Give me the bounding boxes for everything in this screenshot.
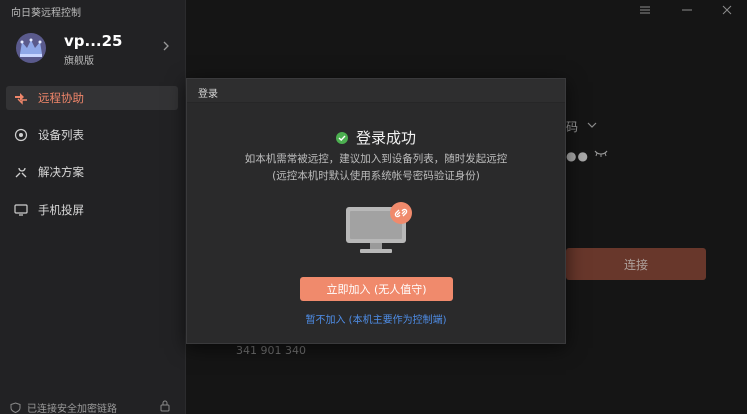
edition-label: 旗舰版	[64, 56, 94, 67]
check-circle-icon	[335, 131, 348, 144]
skip-join-link[interactable]: 暂不加入 (本机主要作为控制端)	[187, 311, 565, 326]
login-success-dialog: 登录 登录成功 如本机需常被远控，建议加入到设备列表，随时发起远控 (远控本机时…	[186, 78, 566, 344]
app-title: 向日葵远程控制	[11, 8, 81, 19]
lock-icon[interactable]	[160, 400, 170, 412]
monitor-link-icon	[346, 202, 412, 253]
success-text: 登录成功	[355, 129, 416, 147]
profile-card[interactable]: vp...25 旗舰版	[10, 30, 176, 70]
nav-label: 设备列表	[38, 128, 84, 142]
remote-assist-icon	[15, 93, 27, 105]
username: vp...25	[64, 32, 123, 50]
solution-icon	[15, 167, 27, 178]
nav-item-remote-assist[interactable]: 远程协助	[6, 86, 178, 110]
nav-label: 手机投屏	[38, 203, 84, 217]
dialog-title: 登录	[198, 89, 218, 100]
security-status: 已连接安全加密链路	[10, 400, 180, 414]
dialog-note: (远控本机时默认使用系统帐号密码验证身份)	[272, 170, 480, 182]
dialog-description: 如本机需常被远控，建议加入到设备列表，随时发起远控	[244, 153, 508, 165]
phone-cast-icon	[14, 204, 28, 216]
nav-item-phone-cast[interactable]: 手机投屏	[6, 198, 178, 222]
nav-label: 远程协助	[38, 91, 84, 105]
device-list-icon	[14, 128, 28, 142]
dialog-header: 登录	[187, 79, 565, 103]
join-device-list-button[interactable]: 立即加入 (无人值守)	[300, 277, 453, 301]
nav-item-solution[interactable]: 解决方案	[6, 160, 178, 184]
shield-check-icon	[10, 401, 21, 413]
sidebar: 向日葵远程控制 vp...25 旗舰版 远程协助 设备列表 解决方案 手机投屏 …	[0, 0, 186, 414]
nav-item-device-list[interactable]: 设备列表	[6, 123, 178, 147]
nav-label: 解决方案	[38, 165, 84, 179]
success-heading: 登录成功	[187, 127, 565, 148]
security-status-text: 已连接安全加密链路	[27, 403, 117, 414]
crown-avatar-icon	[16, 33, 46, 63]
chevron-right-icon	[163, 41, 169, 51]
